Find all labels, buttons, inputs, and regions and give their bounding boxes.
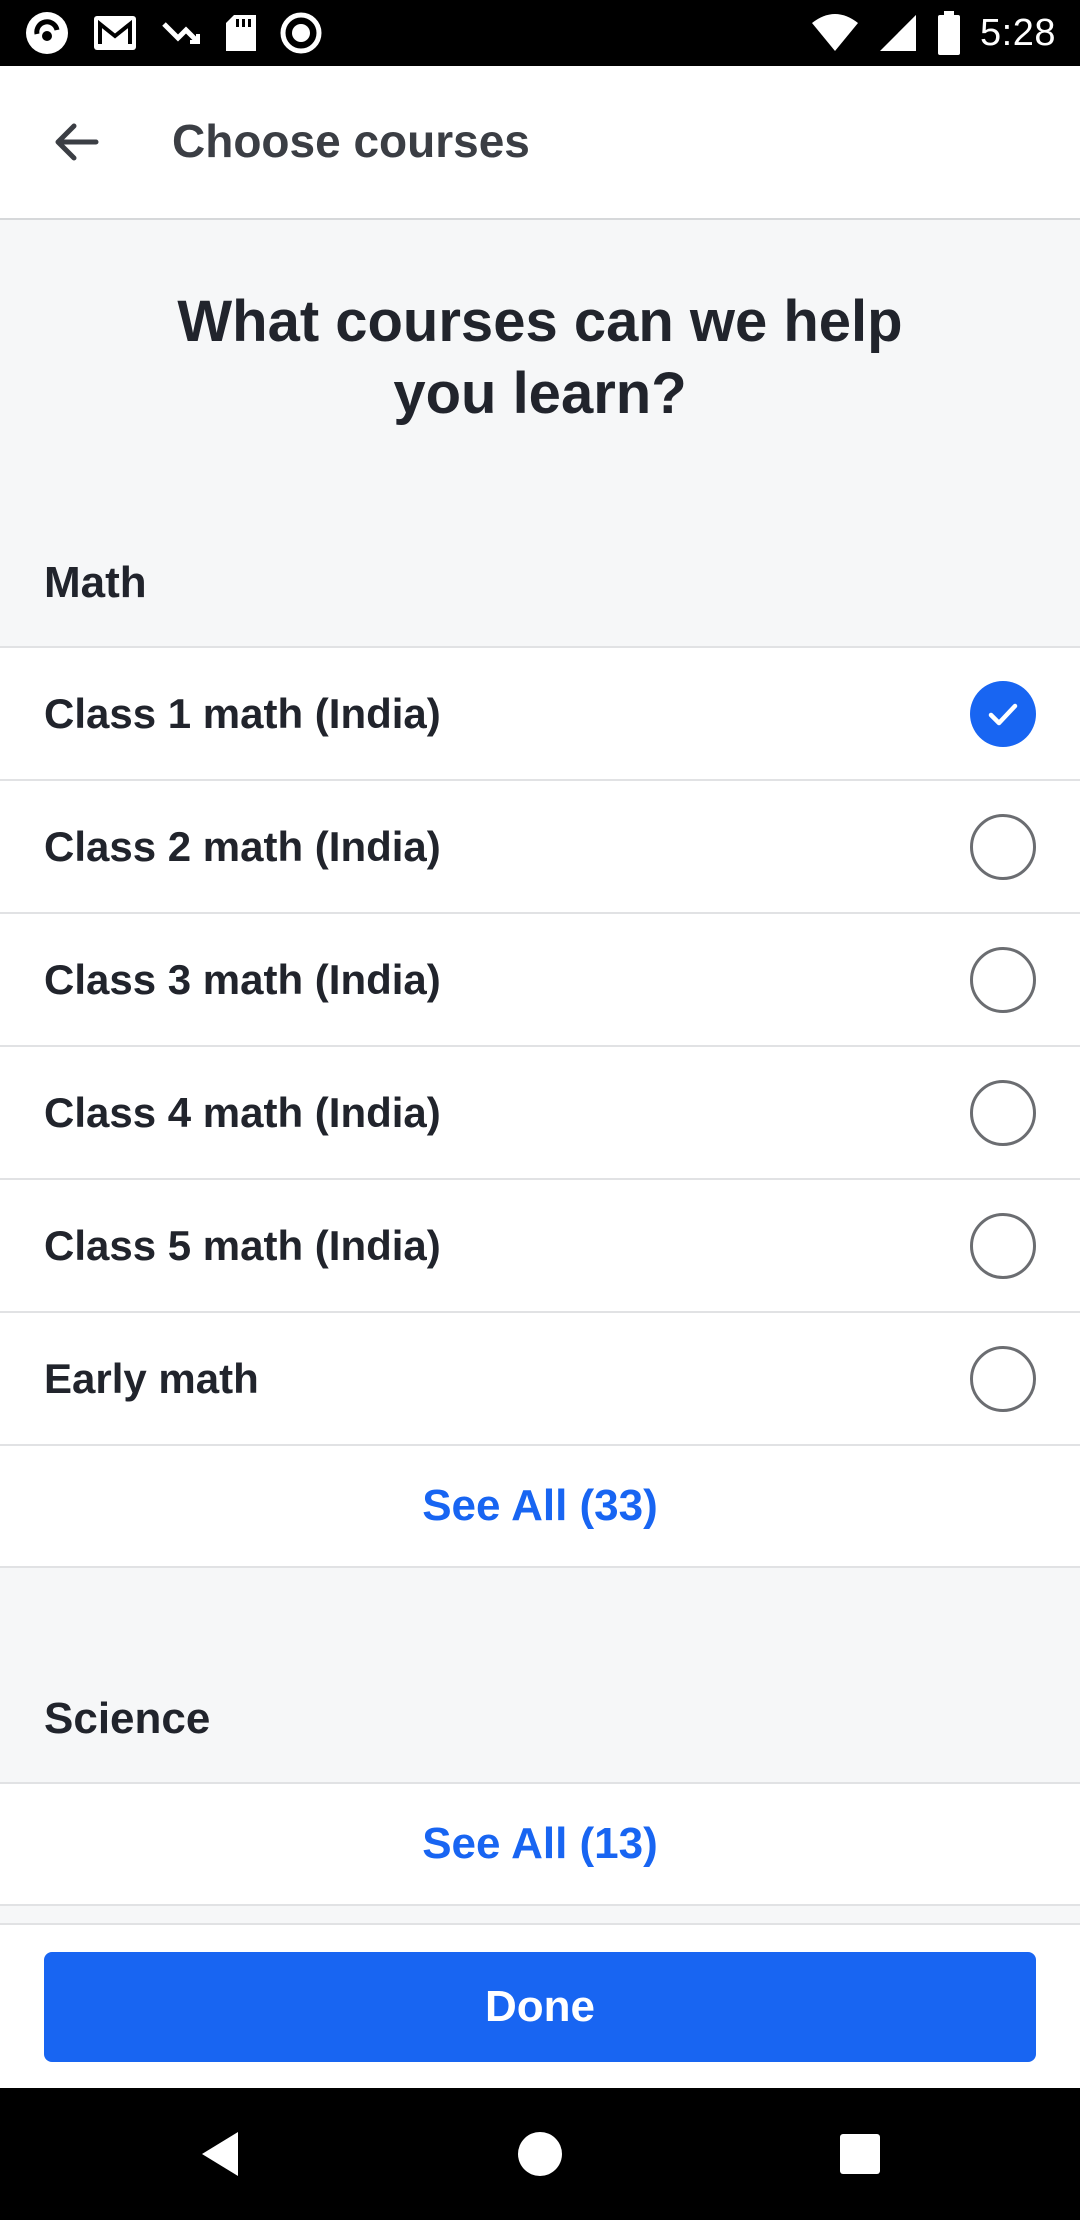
course-label: Class 5 math (India) (44, 1221, 441, 1269)
cell-signal-icon (878, 13, 918, 53)
section-header-math: Math (44, 558, 147, 607)
back-button[interactable] (38, 106, 114, 182)
course-label: Class 3 math (India) (44, 955, 441, 1003)
question-heading: What courses can we help you learn? (0, 220, 1080, 520)
gmail-icon (92, 14, 138, 52)
page-title: Choose courses (172, 115, 530, 167)
app-logo-icon (24, 10, 70, 56)
battery-icon (936, 11, 962, 55)
status-right-icons: 5:28 (810, 8, 1056, 58)
course-row-class-2-math[interactable]: Class 2 math (India) (0, 781, 1080, 914)
footer: Done (0, 1923, 1080, 2088)
see-all-science-button[interactable]: See All (13) (0, 1784, 1080, 1906)
checkbox-checked-icon[interactable] (970, 680, 1036, 747)
checkbox-unchecked-icon[interactable] (970, 813, 1036, 880)
question-line-1: What courses can we help (177, 289, 903, 354)
sd-card-icon (224, 13, 258, 53)
course-label: Class 4 math (India) (44, 1088, 441, 1136)
course-label: Class 2 math (India) (44, 822, 441, 870)
course-chooser-content[interactable]: What courses can we help you learn? Math… (0, 220, 1080, 1906)
home-circle-icon[interactable] (504, 2118, 576, 2190)
back-triangle-icon[interactable] (184, 2118, 256, 2190)
question-line-2: you learn? (393, 361, 687, 426)
wifi-icon (810, 13, 860, 53)
course-label: Early math (44, 1354, 259, 1402)
course-row-class-4-math[interactable]: Class 4 math (India) (0, 1047, 1080, 1180)
status-bar: 5:28 (0, 0, 1080, 66)
status-left-icons (24, 10, 322, 56)
app-bar: Choose courses (0, 66, 1080, 220)
science-course-list: See All (13) (0, 1782, 1080, 1906)
course-row-class-5-math[interactable]: Class 5 math (India) (0, 1180, 1080, 1313)
recents-square-icon[interactable] (824, 2118, 896, 2190)
course-row-class-1-math[interactable]: Class 1 math (India) (0, 648, 1080, 781)
checkbox-unchecked-icon[interactable] (970, 946, 1036, 1013)
status-time: 5:28 (980, 11, 1056, 54)
course-label: Class 1 math (India) (44, 689, 441, 737)
system-nav-bar (0, 2088, 1080, 2220)
course-row-early-math[interactable]: Early math (0, 1313, 1080, 1446)
done-button[interactable]: Done (44, 1952, 1036, 2062)
missed-call-icon (160, 18, 202, 48)
see-all-math-button[interactable]: See All (33) (0, 1446, 1080, 1568)
math-course-list: Class 1 math (India) Class 2 math (India… (0, 646, 1080, 1568)
checkbox-unchecked-icon[interactable] (970, 1345, 1036, 1412)
arrow-left-icon (52, 118, 100, 171)
checkbox-unchecked-icon[interactable] (970, 1079, 1036, 1146)
section-header-science: Science (44, 1694, 211, 1743)
record-icon (280, 12, 322, 54)
course-row-class-3-math[interactable]: Class 3 math (India) (0, 914, 1080, 1047)
checkbox-unchecked-icon[interactable] (970, 1212, 1036, 1279)
